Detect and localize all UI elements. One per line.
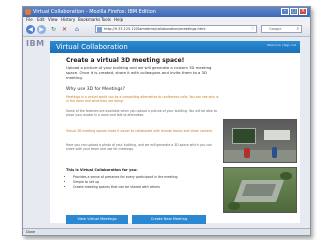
screen-graphic [232, 128, 256, 144]
navigation-toolbar: ◀ ▶ ↻ ✕ ⌂ http://9.33.125.12/Sametime/co… [23, 23, 310, 37]
window-title: Virtual Collaboration - Mozilla Firefox:… [33, 9, 156, 15]
status-bar: Done [23, 228, 310, 235]
avatar [244, 148, 250, 158]
stop-icon[interactable]: ✕ [62, 25, 67, 34]
url-text: http://9.33.125.12/Sametime/collaboratio… [104, 27, 206, 31]
banner-title: Virtual Collaboration [56, 43, 128, 51]
title-bar: Virtual Collaboration - Mozilla Firefox:… [23, 7, 310, 17]
reload-icon[interactable]: ↻ [51, 25, 56, 34]
firefox-icon [25, 9, 31, 15]
campus-image [223, 167, 297, 213]
building-roof [241, 184, 277, 196]
whiteboard-graphic [264, 130, 290, 140]
paragraph-3: Virtual 3D meeting spaces make it easier… [66, 129, 213, 133]
search-icon[interactable]: ⌕ [296, 26, 299, 33]
paragraph-4: Here you can upload a photo of your buil… [66, 143, 212, 152]
status-text: Done [26, 230, 36, 234]
star-icon[interactable]: ☆ [251, 26, 255, 32]
home-icon[interactable]: ⌂ [75, 25, 79, 34]
meeting-room-image [223, 119, 297, 163]
page-body: Create a virtual 3D meeting space! Uploa… [50, 53, 300, 224]
page-banner: Virtual Collaboration Welcome | Sign out [50, 41, 300, 53]
create-meeting-button[interactable]: Create New Meeting [132, 215, 206, 224]
paragraph-1: Meetings in a virtual world can be a com… [66, 95, 219, 104]
room-floor [224, 150, 296, 162]
list-item: Create meeting spaces that can be shared… [73, 185, 178, 190]
view-meetings-button[interactable]: View Virtual Meetings [66, 215, 128, 224]
maximize-icon[interactable]: □ [290, 8, 298, 15]
avatar [272, 147, 277, 158]
banner-links[interactable]: Welcome | Sign out [267, 43, 296, 48]
minimize-icon[interactable]: – [281, 8, 289, 15]
address-bar[interactable]: http://9.33.125.12/Sametime/collaboratio… [95, 25, 257, 33]
paragraph-2: Some of the features are available when … [66, 109, 217, 118]
site-icon [97, 27, 102, 32]
intro-text: Upload a picture of your building and we… [66, 65, 212, 80]
ibm-logo: IBM [26, 39, 45, 48]
tree-graphic [280, 172, 292, 180]
section-heading: Why use 3D for Meetings? [66, 87, 126, 92]
bullets-heading: This is Virtual Collaboration for you: [66, 168, 138, 172]
feature-list: Provides a sense of presence for every p… [68, 175, 178, 190]
browser-window: Virtual Collaboration - Mozilla Firefox:… [22, 6, 311, 236]
search-engine-label: Google [269, 27, 282, 31]
page-heading: Create a virtual 3D meeting space! [66, 57, 185, 64]
back-icon[interactable]: ◀ [26, 25, 35, 34]
search-input[interactable]: Google ⌕ [261, 25, 302, 33]
tree-graphic [228, 202, 240, 210]
close-icon[interactable]: × [299, 8, 307, 15]
forward-icon[interactable]: ▶ [37, 25, 46, 34]
